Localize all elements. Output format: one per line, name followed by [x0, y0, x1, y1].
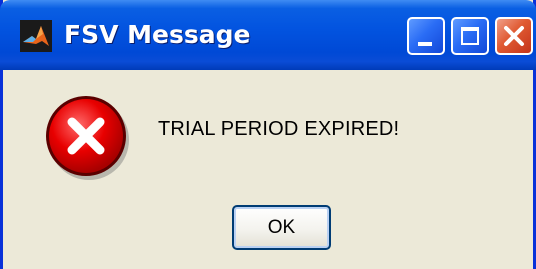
- close-button[interactable]: [495, 17, 533, 55]
- title-bar[interactable]: FSV Message: [0, 0, 536, 70]
- message-dialog-window: FSV Message TRIAL PERIOD EXPIRED! OK: [0, 0, 536, 269]
- matlab-logo-icon: [20, 20, 52, 52]
- maximize-button[interactable]: [451, 17, 489, 55]
- minimize-button[interactable]: [407, 17, 445, 55]
- error-message: TRIAL PERIOD EXPIRED!: [158, 118, 400, 140]
- ok-button[interactable]: OK: [232, 205, 331, 250]
- error-icon: [46, 96, 129, 180]
- window-title: FSV Message: [64, 20, 251, 49]
- minimize-icon: [418, 42, 432, 46]
- maximize-icon: [461, 27, 479, 45]
- close-icon: [504, 26, 524, 46]
